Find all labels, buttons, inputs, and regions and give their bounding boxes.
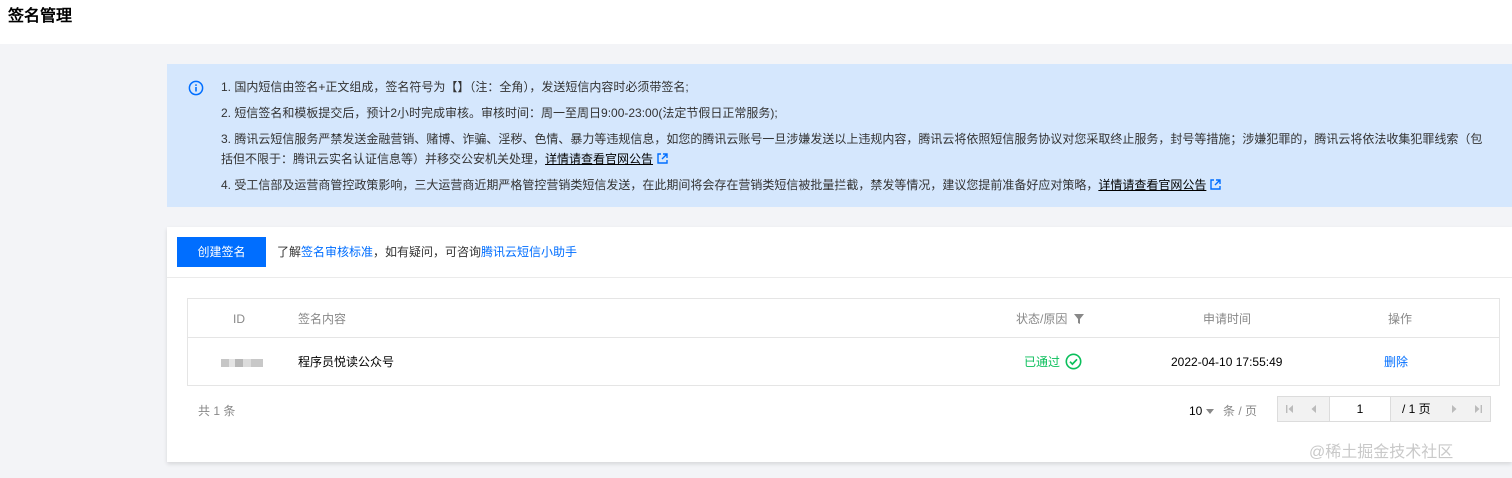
- column-header-actions: 操作: [1388, 312, 1413, 326]
- total-count: 共 1 条: [198, 404, 236, 418]
- sms-assistant-link[interactable]: 腾讯云短信小助手: [481, 245, 577, 259]
- delete-link[interactable]: 删除: [1384, 354, 1408, 370]
- table-header: ID 签名内容 状态/原因 申请时间 操作: [188, 299, 1499, 338]
- apply-time: 2022-04-10 17:55:49: [1171, 355, 1283, 369]
- column-header-time: 申请时间: [1203, 312, 1252, 326]
- last-page-button[interactable]: [1466, 397, 1490, 421]
- external-link-icon: [1210, 179, 1222, 190]
- notice-item: 3. 腾讯云短信服务严禁发送金融营销、赌博、诈骗、淫秽、色情、暴力等违规信息，如…: [221, 132, 1483, 166]
- column-header-id: ID: [233, 312, 245, 326]
- divider: [167, 277, 1512, 278]
- notice-link[interactable]: 详情请查看官网公告: [1098, 178, 1206, 192]
- notice-item: 1. 国内短信由签名+正文组成，签名符号为【】（注：全角），发送短信内容时必须带…: [221, 80, 689, 94]
- last-page-icon: [1475, 405, 1482, 413]
- page-header: 签名管理: [0, 0, 1512, 44]
- table-row: 程序员悦读公众号 已通过 2022-04-10 17:55:49 删除: [188, 339, 1499, 385]
- create-signature-button[interactable]: 创建签名: [177, 237, 266, 267]
- notice-item: 2. 短信签名和模板提交后，预计2小时完成审核。审核时间：周一至周日9:00-2…: [221, 106, 778, 120]
- first-page-icon: [1286, 405, 1293, 413]
- next-page-button[interactable]: [1442, 397, 1466, 421]
- toolbar-tip: 了解签名审核标准，如有疑问，可咨询腾讯云短信小助手: [277, 245, 578, 259]
- external-link-icon: [657, 153, 668, 164]
- filter-icon[interactable]: [1073, 314, 1084, 324]
- notice-list: 1. 国内短信由签名+正文组成，签名符号为【】（注：全角），发送短信内容时必须带…: [221, 78, 1491, 202]
- notice-banner: 1. 国内短信由签名+正文组成，签名符号为【】（注：全角），发送短信内容时必须带…: [167, 64, 1512, 207]
- check-circle-icon: [1065, 353, 1082, 370]
- first-page-button[interactable]: [1278, 397, 1302, 421]
- page-title: 签名管理: [8, 8, 73, 25]
- page-size-select[interactable]: 10: [1189, 403, 1215, 419]
- column-header-content: 签名内容: [298, 312, 347, 326]
- signature-table: ID 签名内容 状态/原因 申请时间 操作 程序员悦读公众号 已通过 2022-…: [187, 298, 1500, 386]
- column-header-status[interactable]: 状态/原因: [1016, 311, 1084, 327]
- watermark: @稀土掘金技术社区: [1309, 444, 1454, 461]
- chevron-left-icon: [1311, 405, 1316, 413]
- chevron-down-icon: [1206, 409, 1215, 414]
- notice-item: 4. 受工信部及运营商管控政策影响，三大运营商近期严格管控营销类短信发送，在此期…: [221, 176, 1491, 194]
- review-standard-link[interactable]: 签名审核标准: [301, 245, 373, 259]
- pagination: / 1 页: [1277, 396, 1491, 422]
- signature-card: 创建签名 了解签名审核标准，如有疑问，可咨询腾讯云短信小助手 ID 签名内容 状…: [167, 227, 1512, 462]
- signature-content: 程序员悦读公众号: [298, 355, 395, 369]
- notice-link[interactable]: 详情请查看官网公告: [545, 152, 653, 166]
- info-icon: [188, 80, 204, 96]
- page-size-unit: 条 / 页: [1223, 404, 1258, 418]
- prev-page-button[interactable]: [1302, 397, 1326, 421]
- page-number-input[interactable]: [1329, 396, 1391, 422]
- status-badge: 已通过: [1024, 355, 1061, 369]
- chevron-right-icon: [1452, 405, 1457, 413]
- total-pages: / 1 页: [1402, 402, 1431, 416]
- masked-id: [221, 359, 263, 367]
